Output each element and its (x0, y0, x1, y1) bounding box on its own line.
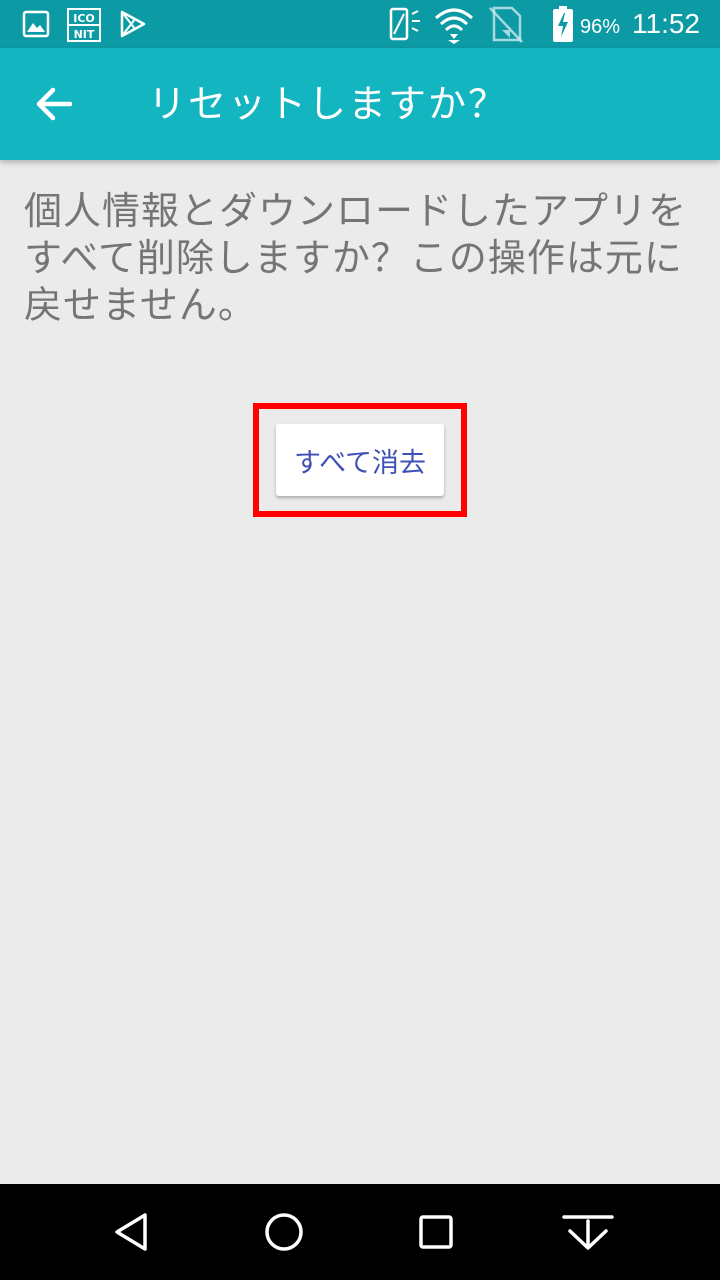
nav-back-button[interactable] (104, 1204, 160, 1260)
reset-confirmation-screen: ICO NIT 96% 11:52 リセットしますか？ 個人情報とダウンロードし… (0, 0, 720, 1280)
vibrate-icon (388, 6, 424, 46)
back-triangle-icon (115, 1213, 147, 1251)
nav-notification-pull-button[interactable] (560, 1204, 616, 1260)
app-bar: リセットしますか？ (0, 48, 720, 160)
clock: 11:52 (632, 8, 700, 39)
navigation-bar (0, 1184, 720, 1280)
recents-square-icon (419, 1215, 453, 1249)
battery-charging-icon (552, 6, 574, 46)
nav-home-button[interactable] (256, 1204, 312, 1260)
back-button[interactable] (22, 72, 86, 136)
play-store-icon (118, 10, 146, 42)
page-title: リセットしますか？ (148, 82, 509, 126)
notification-pull-icon (562, 1215, 614, 1250)
nav-recents-button[interactable] (408, 1204, 464, 1260)
no-sim-icon (488, 4, 524, 48)
erase-all-button[interactable]: すべて消去 (276, 424, 444, 496)
iconit-icon-text-bottom: NIT (74, 28, 95, 41)
home-circle-icon (265, 1213, 303, 1251)
iconit-icon: ICO NIT (67, 8, 101, 46)
reset-warning-message: 個人情報とダウンロードしたアプリをすべて削除しますか？この操作は元に戻せません。 (24, 189, 688, 327)
arrow-back-icon (36, 87, 73, 121)
battery-percent: 96% (580, 16, 621, 38)
wifi-icon (434, 6, 474, 48)
status-bar: ICO NIT 96% 11:52 (0, 0, 720, 48)
gallery-icon (22, 10, 50, 42)
iconit-icon-text-top: ICO (73, 12, 95, 25)
